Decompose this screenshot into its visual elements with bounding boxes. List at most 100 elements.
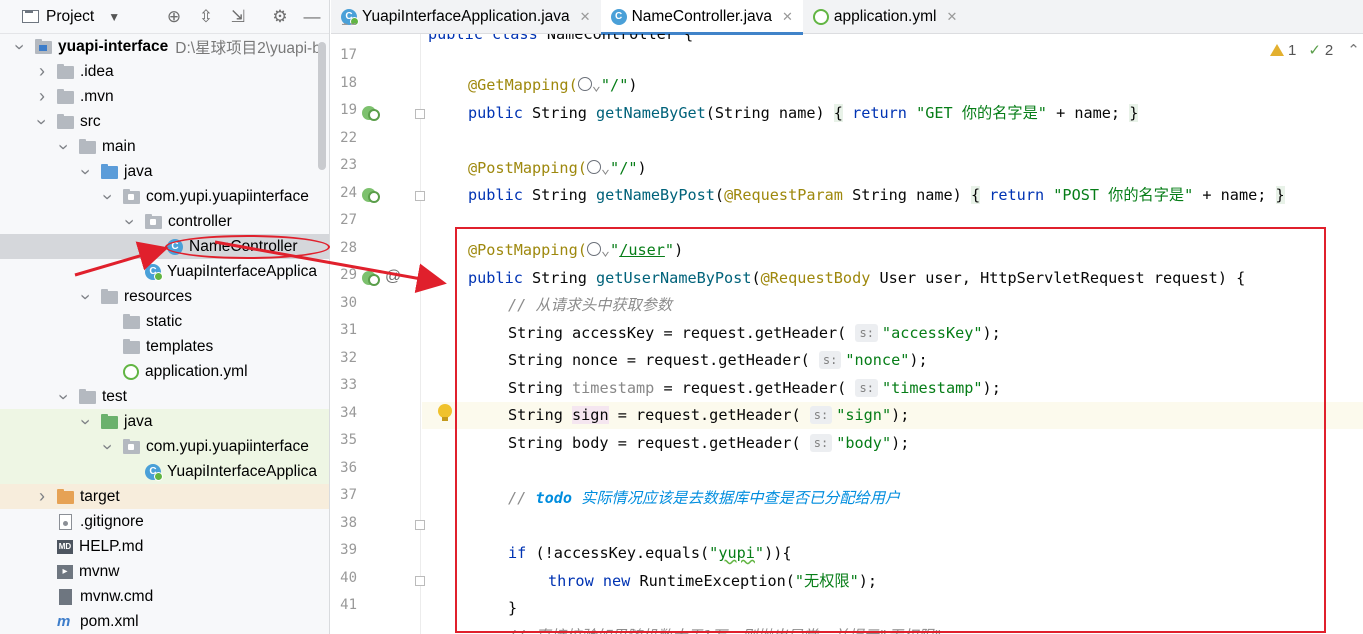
endpoint-gutter-icon[interactable] <box>362 269 382 287</box>
tree-item[interactable]: › com.yupi.yuapiinterface <box>0 184 329 209</box>
tree-item[interactable]: ›static <box>0 309 329 334</box>
chevron-right-icon[interactable]: › <box>36 61 48 81</box>
line-number[interactable]: 36 <box>331 460 357 476</box>
editor-tab[interactable]: application.yml ✕ <box>803 0 967 34</box>
line-number[interactable]: 17 <box>331 47 357 63</box>
globe-icon <box>577 77 592 91</box>
endpoint-gutter-icon[interactable] <box>362 186 382 204</box>
chevron-down-icon[interactable]: › <box>77 416 97 428</box>
editor-tab[interactable]: C NameController.java ✕ <box>600 0 804 35</box>
line-number[interactable]: 27 <box>331 212 357 228</box>
tree-item[interactable]: ›mpom.xml <box>0 609 329 634</box>
chevron-down-icon[interactable]: › <box>77 291 97 303</box>
tree-item[interactable]: › com.yupi.yuapiinterface <box>0 434 329 459</box>
project-title: Project <box>46 7 95 25</box>
tree-item[interactable]: ›application.yml <box>0 359 329 384</box>
line-number[interactable]: 29 <box>331 267 357 283</box>
chevron-down-icon[interactable]: › <box>121 216 141 228</box>
close-icon[interactable]: ✕ <box>946 9 957 25</box>
chevron-up-icon[interactable]: ⌃ <box>1347 41 1360 59</box>
folder-icon <box>79 138 96 154</box>
folder-icon <box>123 338 140 354</box>
tree-item[interactable]: ›CYuapiInterfaceApplica <box>0 259 329 284</box>
expand-all-icon[interactable]: ⇳ <box>196 7 216 27</box>
editor-tab[interactable]: C YuapiInterfaceApplication.java ✕ <box>331 0 601 34</box>
tree-item[interactable]: ›CYuapiInterfaceApplica <box>0 459 329 484</box>
line-number[interactable]: 19 <box>331 102 357 118</box>
chevron-down-icon[interactable]: › <box>55 391 75 403</box>
tree-item[interactable]: › yuapi-interface D:\星球项目2\yuapi-b <box>0 34 329 59</box>
tree-item-label: application.yml <box>145 362 248 380</box>
tree-item[interactable]: › main <box>0 134 329 159</box>
line-number[interactable]: 24 <box>331 185 357 201</box>
at-gutter-icon[interactable]: @ <box>385 268 401 286</box>
folder-icon <box>79 388 96 404</box>
project-view-selector[interactable]: Project ▼ <box>22 8 120 26</box>
chevron-right-icon[interactable]: › <box>36 486 48 506</box>
gear-icon[interactable]: ⚙ <box>270 7 290 27</box>
line-number[interactable]: 18 <box>331 75 357 91</box>
tree-item[interactable]: › controller <box>0 209 329 234</box>
close-icon[interactable]: ✕ <box>782 9 793 25</box>
chevron-down-icon[interactable]: › <box>99 191 119 203</box>
line-number[interactable]: 32 <box>331 350 357 366</box>
line-number[interactable]: 33 <box>331 377 357 393</box>
collapse-all-icon[interactable]: ⇲ <box>228 7 248 27</box>
tree-item-label: src <box>80 112 101 130</box>
endpoint-gutter-icon[interactable] <box>362 104 382 122</box>
tree-item-label: yuapi-interface <box>58 37 169 55</box>
folder-icon <box>57 63 74 79</box>
tree-item[interactable]: ›mvnw.cmd <box>0 584 329 609</box>
tree-item[interactable]: ›▸mvnw <box>0 559 329 584</box>
line-number[interactable]: 35 <box>331 432 357 448</box>
tree-item[interactable]: ›templates <box>0 334 329 359</box>
line-number[interactable]: 37 <box>331 487 357 503</box>
close-icon[interactable]: ✕ <box>580 9 591 25</box>
tree-item[interactable]: › .idea <box>0 59 329 84</box>
tree-item[interactable]: › java <box>0 159 329 184</box>
line-number[interactable]: 38 <box>331 515 357 531</box>
tree-item[interactable]: › target <box>0 484 329 509</box>
chevron-down-icon[interactable]: › <box>77 166 97 178</box>
hide-icon[interactable]: — <box>302 7 322 27</box>
inspection-widget[interactable]: 1 ✓ 2 ⌃ <box>1270 41 1360 59</box>
chevron-right-icon[interactable]: › <box>36 86 48 106</box>
line-number[interactable]: 30 <box>331 295 357 311</box>
tree-item-label: main <box>102 137 136 155</box>
lightbulb-icon[interactable] <box>438 404 452 421</box>
module-folder-icon <box>35 38 52 54</box>
tree-item[interactable]: ›.gitignore <box>0 509 329 534</box>
chevron-down-icon[interactable]: › <box>55 141 75 153</box>
post-return-string: POST 你的名字是 <box>1062 186 1185 204</box>
tree-item-label: mvnw.cmd <box>80 587 154 605</box>
line-number[interactable]: 28 <box>331 240 357 256</box>
line-number[interactable]: 41 <box>331 597 357 613</box>
line-number[interactable]: 22 <box>331 130 357 146</box>
tree-item[interactable]: › java <box>0 409 329 434</box>
tree-item-label: controller <box>168 212 232 230</box>
tree-item[interactable]: › test <box>0 384 329 409</box>
line-number[interactable]: 40 <box>331 570 357 586</box>
tree-item[interactable]: › resources <box>0 284 329 309</box>
get-mapping-path: / <box>610 76 620 94</box>
terminal-file-icon: ▸ <box>57 564 73 579</box>
code-line-18: @GetMapping(⌄"/") <box>468 76 638 94</box>
chevron-down-icon[interactable]: › <box>99 441 119 453</box>
tree-item[interactable]: ›MDHELP.md <box>0 534 329 559</box>
chevron-down-icon[interactable]: › <box>33 116 53 128</box>
line-number[interactable]: 39 <box>331 542 357 558</box>
spring-class-icon: C <box>145 463 163 481</box>
tree-item[interactable]: › .mvn <box>0 84 329 109</box>
tree-item[interactable]: › src <box>0 109 329 134</box>
tree-scrollbar[interactable] <box>318 42 326 170</box>
yaml-icon <box>123 363 139 380</box>
line-number[interactable]: 34 <box>331 405 357 421</box>
source-folder-icon <box>101 163 118 179</box>
line-number[interactable]: 31 <box>331 322 357 338</box>
code-line-16: public class NameController { <box>428 34 694 43</box>
chevron-down-icon[interactable]: › <box>11 41 31 53</box>
line-number[interactable]: 23 <box>331 157 357 173</box>
locate-icon[interactable]: ⊕ <box>164 7 184 27</box>
package-icon <box>123 438 140 454</box>
tree-item-label: com.yupi.yuapiinterface <box>146 437 309 455</box>
